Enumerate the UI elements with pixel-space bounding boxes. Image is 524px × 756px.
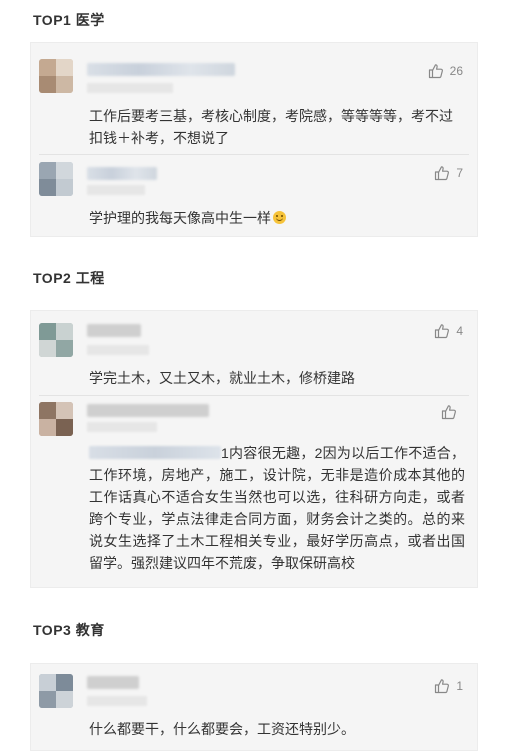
like-count: 7 <box>456 166 463 180</box>
comment-card-medicine: 26 工作后要考三基，考核心制度，考院感，等等等等，考不过扣钱＋补考，不想说了 … <box>30 42 478 237</box>
comment-text: 学完土木，又土又木，就业土木，修桥建路 <box>89 370 355 386</box>
comment-item: 4 学完土木，又土又木，就业土木，修桥建路 <box>31 311 477 395</box>
comment-text: 什么都要干，什么都要会，工资还特别少。 <box>89 721 355 737</box>
thumbs-up-icon <box>428 63 444 79</box>
comment-item: 7 学护理的我每天像高中生一样 <box>31 155 477 237</box>
comment-item: 1内容很无趣，2因为以后工作不适合，工作环境，房地产，施工，设计院，无非是造价成… <box>31 396 477 588</box>
smile-emoji-icon <box>273 211 286 224</box>
like-button[interactable]: 1 <box>434 678 463 694</box>
section-title-education: TOP3 教育 <box>33 622 105 638</box>
username-blurred <box>87 63 235 76</box>
comment-meta-blurred <box>87 422 157 432</box>
section-title-engineering: TOP2 工程 <box>33 270 105 286</box>
redacted-text-blurred <box>89 446 221 459</box>
thumbs-up-icon <box>441 404 457 420</box>
avatar[interactable] <box>39 674 73 708</box>
comment-item: 26 工作后要考三基，考核心制度，考院感，等等等等，考不过扣钱＋补考，不想说了 <box>31 43 477 155</box>
like-count: 1 <box>456 679 463 693</box>
username-blurred <box>87 167 157 180</box>
avatar[interactable] <box>39 323 73 357</box>
avatar[interactable] <box>39 59 73 93</box>
comment-meta-blurred <box>87 345 149 355</box>
thumbs-up-icon <box>434 678 450 694</box>
comment-meta-blurred <box>87 696 147 706</box>
comment-card-engineering: 4 学完土木，又土又木，就业土木，修桥建路 1内容很无趣，2因为以后工作不适合，… <box>30 310 478 588</box>
comment-text-wrap: 1内容很无趣，2因为以后工作不适合，工作环境，房地产，施工，设计院，无非是造价成… <box>89 442 465 574</box>
comment-text-wrap: 学护理的我每天像高中生一样 <box>89 207 465 229</box>
comment-card-education: 1 什么都要干，什么都要会，工资还特别少。 <box>30 663 478 751</box>
like-button[interactable]: 4 <box>434 323 463 339</box>
comment-meta-blurred <box>87 185 145 195</box>
thumbs-up-icon <box>434 323 450 339</box>
comment-text: 学护理的我每天像高中生一样 <box>89 210 271 226</box>
comment-text: 工作后要考三基，考核心制度，考院感，等等等等，考不过扣钱＋补考，不想说了 <box>89 108 453 146</box>
username-blurred <box>87 676 139 689</box>
like-button[interactable]: 26 <box>428 63 463 79</box>
like-button[interactable] <box>441 404 463 420</box>
thumbs-up-icon <box>434 165 450 181</box>
like-count: 4 <box>456 324 463 338</box>
like-button[interactable]: 7 <box>434 165 463 181</box>
comment-item: 1 什么都要干，什么都要会，工资还特别少。 <box>31 664 477 752</box>
section-title-medicine: TOP1 医学 <box>33 12 105 28</box>
username-blurred <box>87 324 141 337</box>
comment-meta-blurred <box>87 83 173 93</box>
avatar[interactable] <box>39 402 73 436</box>
like-count: 26 <box>449 64 463 78</box>
comment-text: 1内容很无趣，2因为以后工作不适合，工作环境，房地产，施工，设计院，无非是造价成… <box>89 445 465 571</box>
username-blurred <box>87 404 209 417</box>
avatar[interactable] <box>39 162 73 196</box>
